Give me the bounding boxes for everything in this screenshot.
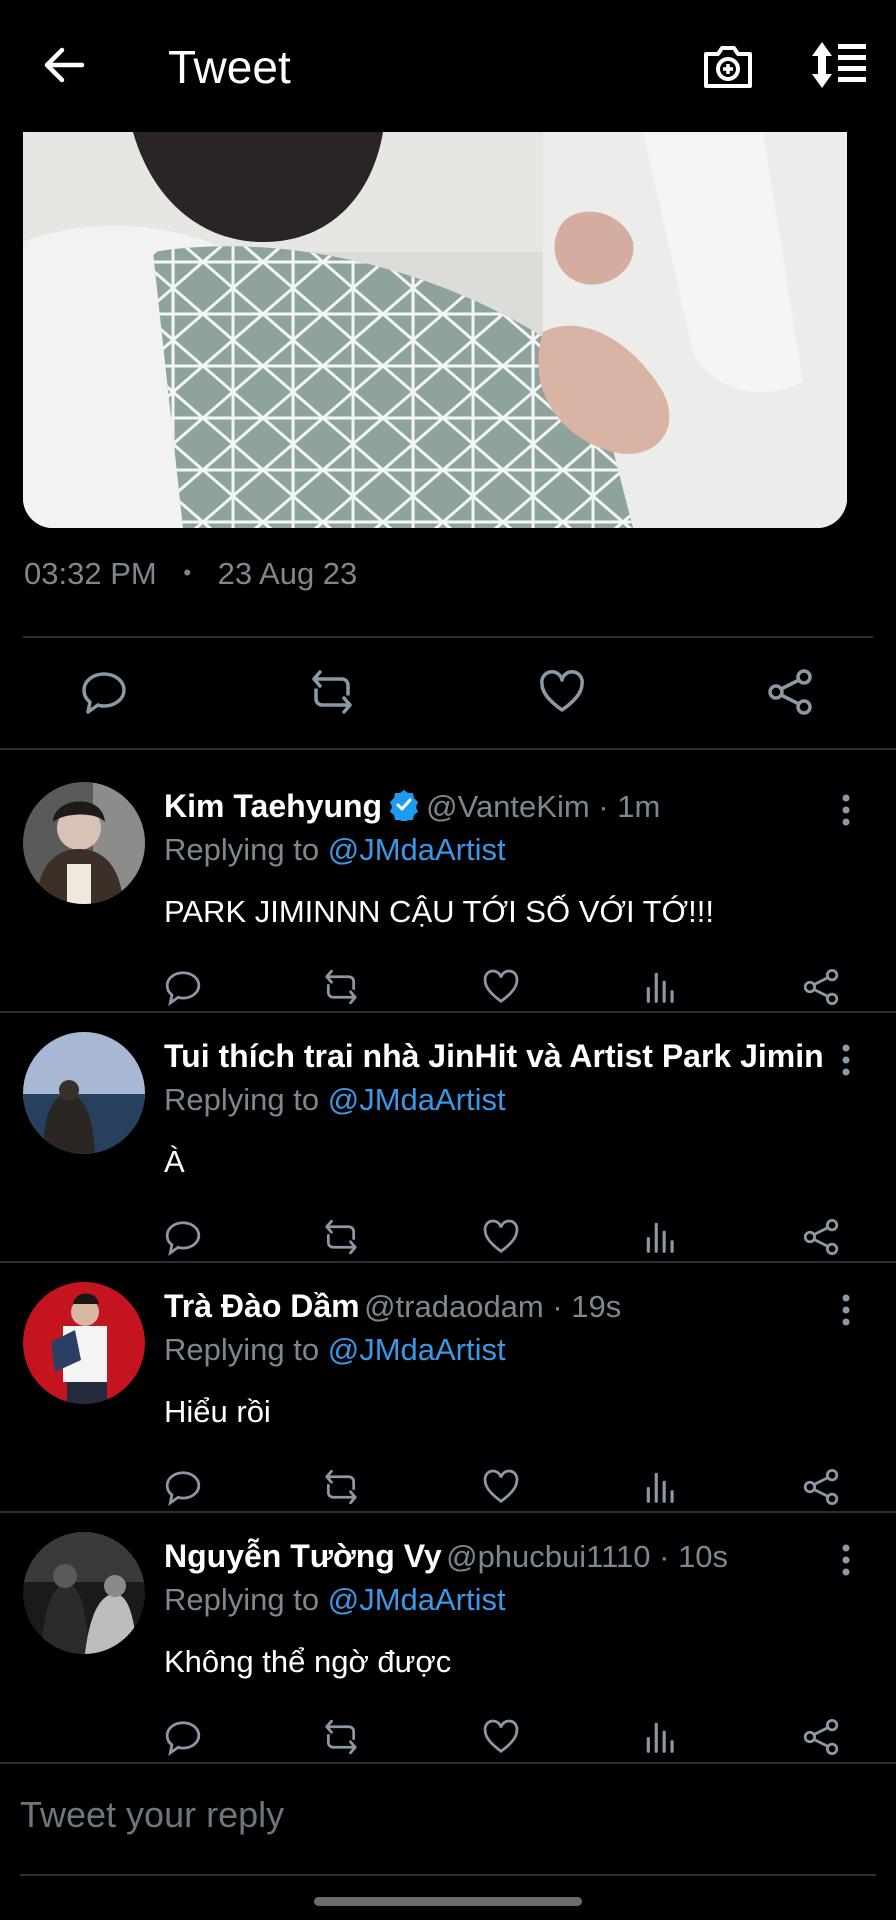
- share-icon[interactable]: [802, 1718, 840, 1756]
- replying-prefix: Replying to: [164, 1332, 320, 1367]
- timestamp-separator: •: [183, 560, 192, 585]
- replying-prefix: Replying to: [164, 832, 320, 867]
- avatar[interactable]: [23, 782, 145, 904]
- reply-header: Nguyễn Tường Vy @phucbui1110 · 10s: [164, 1538, 824, 1582]
- divider: [0, 1762, 896, 1764]
- reply-icon[interactable]: [164, 1468, 202, 1506]
- mention-link[interactable]: @JMdaArtist: [328, 1582, 506, 1617]
- reply-item[interactable]: Tui thích trai nhà JinHit và Artist Park…: [0, 1010, 896, 1260]
- back-arrow-icon[interactable]: [38, 38, 92, 92]
- tweet-photo[interactable]: [23, 132, 847, 528]
- more-options-icon[interactable]: [834, 792, 858, 828]
- mention-link[interactable]: @JMdaArtist: [328, 1332, 506, 1367]
- reply-header: Kim Taehyung @VanteKim · 1m: [164, 788, 824, 832]
- reply-action-bar: [0, 968, 896, 1008]
- avatar[interactable]: [23, 1532, 145, 1654]
- share-icon[interactable]: [802, 1218, 840, 1256]
- replying-prefix: Replying to: [164, 1582, 320, 1617]
- display-name[interactable]: Trà Đào Dầm: [164, 1288, 360, 1324]
- sort-icon[interactable]: [808, 40, 870, 90]
- tweet-timestamp: 03:32 PM • 23 Aug 23: [24, 556, 357, 592]
- replying-to: Replying to @JMdaArtist: [164, 1332, 506, 1368]
- retweet-icon[interactable]: [322, 1718, 360, 1756]
- top-app-bar: Tweet: [0, 0, 896, 132]
- avatar[interactable]: [23, 1282, 145, 1404]
- share-icon[interactable]: [802, 968, 840, 1006]
- reply-action-bar: [0, 1718, 896, 1758]
- tweet-action-bar: [0, 660, 896, 724]
- reply-text: PARK JIMINNN CẬU TỚI SỐ VỚI TỚ!!!: [164, 894, 714, 929]
- reply-header: Tui thích trai nhà JinHit và Artist Park…: [164, 1038, 824, 1082]
- reply-composer-input[interactable]: Tweet your reply: [20, 1794, 284, 1836]
- retweet-icon[interactable]: [322, 968, 360, 1006]
- reply-text: À: [164, 1144, 185, 1179]
- reply-icon[interactable]: [80, 668, 128, 716]
- analytics-icon[interactable]: [642, 1718, 680, 1756]
- display-name[interactable]: Tui thích trai nhà JinHit và Artist Park…: [164, 1038, 824, 1074]
- share-icon[interactable]: [766, 668, 814, 716]
- mention-link[interactable]: @JMdaArtist: [328, 832, 506, 867]
- gesture-home-bar[interactable]: [314, 1897, 582, 1906]
- reply-action-bar: [0, 1468, 896, 1508]
- reply-item[interactable]: Trà Đào Dầm @tradaodam · 19s Replying to…: [0, 1260, 896, 1510]
- like-heart-icon[interactable]: [482, 1468, 520, 1506]
- retweet-icon[interactable]: [322, 1468, 360, 1506]
- analytics-icon[interactable]: [642, 968, 680, 1006]
- camera-plus-icon[interactable]: [700, 38, 756, 94]
- handle-and-time: @tradaodam · 19s: [364, 1289, 622, 1324]
- reply-item[interactable]: Nguyễn Tường Vy @phucbui1110 · 10s Reply…: [0, 1510, 896, 1760]
- like-heart-icon[interactable]: [482, 968, 520, 1006]
- reply-text: Hiểu rồi: [164, 1394, 271, 1429]
- divider: [23, 636, 873, 638]
- composer-underline: [20, 1874, 876, 1876]
- replying-to: Replying to @JMdaArtist: [164, 832, 506, 868]
- retweet-icon[interactable]: [308, 668, 356, 716]
- reply-icon[interactable]: [164, 968, 202, 1006]
- verified-badge-icon: [388, 789, 420, 821]
- replying-to: Replying to @JMdaArtist: [164, 1582, 506, 1618]
- more-options-icon[interactable]: [834, 1042, 858, 1078]
- mention-link[interactable]: @JMdaArtist: [328, 1082, 506, 1117]
- more-options-icon[interactable]: [834, 1292, 858, 1328]
- tweet-date: 23 Aug 23: [217, 556, 358, 591]
- replying-to: Replying to @JMdaArtist: [164, 1082, 506, 1118]
- display-name[interactable]: Kim Taehyung: [164, 788, 382, 824]
- reply-text: Không thể ngờ được: [164, 1644, 452, 1679]
- divider: [0, 748, 896, 750]
- share-icon[interactable]: [802, 1468, 840, 1506]
- analytics-icon[interactable]: [642, 1218, 680, 1256]
- like-heart-icon[interactable]: [482, 1718, 520, 1756]
- tweet-time: 03:32 PM: [24, 556, 157, 591]
- reply-icon[interactable]: [164, 1718, 202, 1756]
- avatar[interactable]: [23, 1032, 145, 1154]
- reply-header: Trà Đào Dầm @tradaodam · 19s: [164, 1288, 824, 1332]
- handle-and-time: @phucbui1110 · 10s: [446, 1539, 729, 1574]
- retweet-icon[interactable]: [322, 1218, 360, 1256]
- more-options-icon[interactable]: [834, 1542, 858, 1578]
- page-title: Tweet: [168, 41, 291, 93]
- reply-icon[interactable]: [164, 1218, 202, 1256]
- replying-prefix: Replying to: [164, 1082, 320, 1117]
- reply-action-bar: [0, 1218, 896, 1258]
- reply-item[interactable]: Kim Taehyung @VanteKim · 1m Replying to @…: [0, 760, 896, 1010]
- display-name[interactable]: Nguyễn Tường Vy: [164, 1538, 442, 1574]
- like-heart-icon[interactable]: [538, 668, 586, 716]
- analytics-icon[interactable]: [642, 1468, 680, 1506]
- handle-and-time: @VanteKim · 1m: [426, 789, 661, 824]
- like-heart-icon[interactable]: [482, 1218, 520, 1256]
